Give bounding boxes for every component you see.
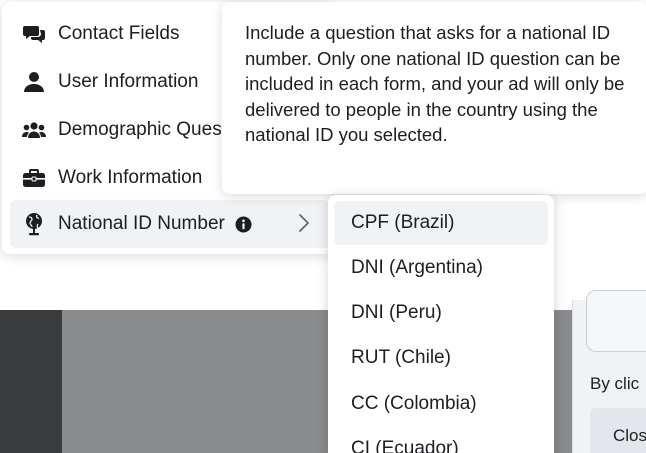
submenu-item-cpf-brazil[interactable]: CPF (Brazil) <box>334 201 548 245</box>
chevron-right-icon <box>298 213 310 239</box>
submenu-item-label: DNI (Argentina) <box>351 257 483 278</box>
submenu-item-label: CC (Colombia) <box>351 393 477 414</box>
info-icon[interactable] <box>235 216 252 233</box>
background-close-button[interactable]: Clos <box>590 408 646 453</box>
submenu-item-label: DNI (Peru) <box>351 302 442 323</box>
submenu-item-rut-chile[interactable]: RUT (Chile) <box>334 336 548 380</box>
person-icon <box>22 70 46 94</box>
background-card <box>586 290 646 352</box>
menu-item-label: User Information <box>58 71 199 92</box>
menu-item-label: Contact Fields <box>58 23 180 44</box>
chat-bubbles-icon <box>22 22 46 46</box>
menu-item-label: Demographic Ques <box>58 119 222 140</box>
briefcase-icon <box>22 166 46 190</box>
submenu-item-ci-ecuador[interactable]: CI (Ecuador) <box>334 427 548 453</box>
background-consent-text: By clic <box>590 374 640 393</box>
national-id-submenu: CPF (Brazil) DNI (Argentina) DNI (Peru) … <box>328 195 554 453</box>
menu-item-label: Work Information <box>58 167 203 188</box>
national-id-tooltip: Include a question that asks for a natio… <box>222 2 646 194</box>
submenu-item-label: CI (Ecuador) <box>351 438 459 453</box>
background-dark-panel <box>0 310 62 453</box>
people-group-icon <box>22 118 46 142</box>
submenu-item-dni-argentina[interactable]: DNI (Argentina) <box>334 246 548 290</box>
globe-pin-icon <box>22 212 46 236</box>
submenu-item-label: RUT (Chile) <box>351 347 451 368</box>
submenu-item-label: CPF (Brazil) <box>351 212 455 233</box>
submenu-item-cc-colombia[interactable]: CC (Colombia) <box>334 382 548 426</box>
menu-item-label: National ID Number <box>58 213 225 234</box>
menu-item-national-id-number[interactable]: National ID Number <box>10 200 330 248</box>
submenu-item-dni-peru[interactable]: DNI (Peru) <box>334 291 548 335</box>
tooltip-text: Include a question that asks for a natio… <box>245 22 625 145</box>
